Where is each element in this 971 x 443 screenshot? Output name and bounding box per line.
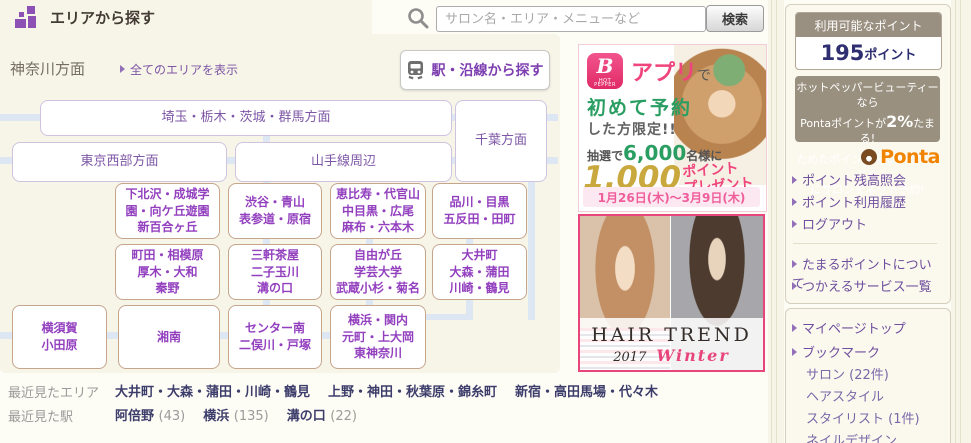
arrow-right-icon [792, 282, 797, 290]
area-box-ebisu[interactable]: 恵比寿・代官山 中目黒・広尾 麻布・六本木 [330, 183, 426, 239]
station-line-search-button[interactable]: 駅・沿線から探す [400, 50, 550, 90]
area-box-shibuya[interactable]: 渋谷・青山 表参道・原宿 [228, 183, 322, 239]
hair-trend-title: HAIR TREND [591, 324, 752, 346]
area-box-yokosuka[interactable]: 横須賀 小田原 [12, 305, 107, 369]
area-search-header: エリアから探す [0, 0, 372, 34]
area-box-shonan[interactable]: 湘南 [118, 305, 220, 369]
hair-trend-season: Winter [656, 346, 729, 365]
recent-station-links: 阿倍野 (43) 横浜 (135) 溝の口 (22) [115, 405, 357, 424]
recent-area-link[interactable]: 大井町・大森・蒲田・川崎・鶴見 [115, 385, 310, 400]
area-box-oimachi[interactable]: 大井町 大森・蒲田 川崎・鶴見 [432, 244, 527, 300]
points-value: 195ポイント [796, 37, 941, 69]
recent-area-label: 最近見たエリア [8, 382, 99, 401]
hot-pepper-beauty-area-page: エリアから探す 検索 神奈川方面 全てのエリアを表示 駅・沿線から探す 埼玉・栃… [0, 0, 971, 443]
page-title: エリアから探す [50, 7, 155, 28]
station-count: (135) [234, 409, 269, 424]
page-edge-right [951, 0, 971, 443]
bookmark-item-hairstyle[interactable]: ヘアスタイル [806, 386, 946, 405]
recent-station-link[interactable]: 溝の口 [287, 409, 326, 424]
hot-pepper-app-icon: B HOT PEPPER [587, 53, 623, 89]
sidebar-link-mypage-top[interactable]: マイページトップ [792, 318, 942, 337]
available-points-box: 利用可能なポイント 195ポイント [795, 12, 942, 70]
recent-station-link[interactable]: 阿倍野 [115, 409, 154, 424]
sidebar-link-usable-services[interactable]: つかえるサービス一覧 [792, 276, 942, 295]
area-box-tokyo-west[interactable]: 東京西部方面 [12, 142, 227, 182]
ponta-logo: Ponta [820, 146, 940, 168]
area-box-machida[interactable]: 町田・相模原 厚木・大和 秦野 [115, 244, 220, 300]
hair-trend-year: 2017 [613, 350, 646, 365]
sidebar-divider [793, 243, 937, 244]
recent-station-link[interactable]: 横浜 [203, 409, 229, 424]
station-count: (22) [330, 409, 357, 424]
ad-line-first-booking: 初めて予約 [587, 93, 692, 120]
promo-line-1: ホットペッパービューティーなら Pontaポイントが2%たまる! [795, 81, 940, 147]
sidebar-link-logout[interactable]: ログアウト [792, 214, 942, 233]
app-campaign-banner[interactable]: B HOT PEPPER アプリで 初めて予約 した方限定!! 抽選で6,000… [578, 44, 767, 212]
campaign-period: 1月26日(木)〜3月9日(木) [583, 187, 760, 207]
show-all-areas-link[interactable]: 全てのエリアを表示 [120, 61, 238, 78]
arrow-right-icon [792, 176, 797, 184]
sidebar-link-points-history[interactable]: ポイント利用履歴 [792, 192, 942, 211]
recent-area-link[interactable]: 上野・神田・秋葉原・錦糸町 [328, 385, 497, 400]
search-button[interactable]: 検索 [706, 5, 764, 32]
points-header: 利用可能なポイント [796, 13, 941, 37]
area-box-yamanote[interactable]: 山手線周辺 [235, 142, 452, 182]
train-icon [407, 60, 424, 80]
recent-area-links: 大井町・大森・蒲田・川崎・鶴見 上野・神田・秋葉原・錦糸町 新宿・高田馬場・代々木 [115, 381, 658, 400]
arrow-right-icon [120, 65, 125, 73]
area-box-center-minami[interactable]: センター南 二俣川・戸塚 [228, 305, 322, 369]
bookmark-item-nail-design[interactable]: ネイルデザイン [806, 430, 946, 443]
arrow-right-icon [792, 220, 797, 228]
arrow-right-icon [792, 324, 797, 332]
search-input[interactable] [436, 6, 706, 32]
search-icon [406, 6, 430, 30]
recent-station-label: 最近見た駅 [8, 406, 73, 425]
ponta-promo-box: ホットペッパービューティーなら Pontaポイントが2%たまる! ためたポイント… [795, 76, 940, 142]
area-box-saitama[interactable]: 埼玉・栃木・茨城・群馬方面 [40, 100, 452, 136]
edge-line [960, 0, 961, 443]
area-box-shinagawa[interactable]: 品川・目黒 五反田・田町 [432, 183, 527, 239]
bookmark-item-stylist[interactable]: スタイリスト (1件) [806, 408, 946, 427]
area-box-shimokitazawa[interactable]: 下北沢・成城学 園・向ケ丘遊園 新百合ヶ丘 [115, 183, 220, 239]
region-title: 神奈川方面 [10, 58, 85, 79]
arrow-right-icon [792, 260, 797, 268]
bookmark-item-salon[interactable]: サロン (22件) [806, 364, 946, 383]
edge-line [771, 0, 772, 443]
area-box-jiyugaoka[interactable]: 自由が丘 学芸大学 武蔵小杉・菊名 [330, 244, 426, 300]
hair-trend-title-band: HAIR TREND 2017 Winter [580, 318, 763, 370]
ad-headline: アプリで [631, 55, 711, 87]
arrow-right-icon [792, 198, 797, 206]
area-blocks-icon [14, 4, 40, 30]
area-box-yokohama[interactable]: 横浜・関内 元町・上大岡 東神奈川 [330, 305, 426, 369]
arrow-right-icon [792, 348, 797, 356]
edge-line [776, 0, 777, 443]
hair-trend-banner[interactable]: HAIR TREND 2017 Winter [578, 214, 765, 372]
ponta-mascot-icon [861, 149, 877, 165]
station-count: (43) [159, 409, 186, 424]
edge-line [955, 0, 956, 443]
recent-area-link[interactable]: 新宿・高田馬場・代々木 [515, 385, 658, 400]
area-box-sangenjaya[interactable]: 三軒茶屋 二子玉川 溝の口 [228, 244, 322, 300]
rail-line [420, 314, 473, 320]
area-box-chiba[interactable]: 千葉方面 [455, 100, 547, 182]
ad-line-limited: した方限定!! [587, 119, 677, 139]
sidebar-link-bookmark[interactable]: ブックマーク [792, 342, 942, 361]
sidebar-link-points-balance[interactable]: ポイント残高照会 [792, 170, 942, 189]
